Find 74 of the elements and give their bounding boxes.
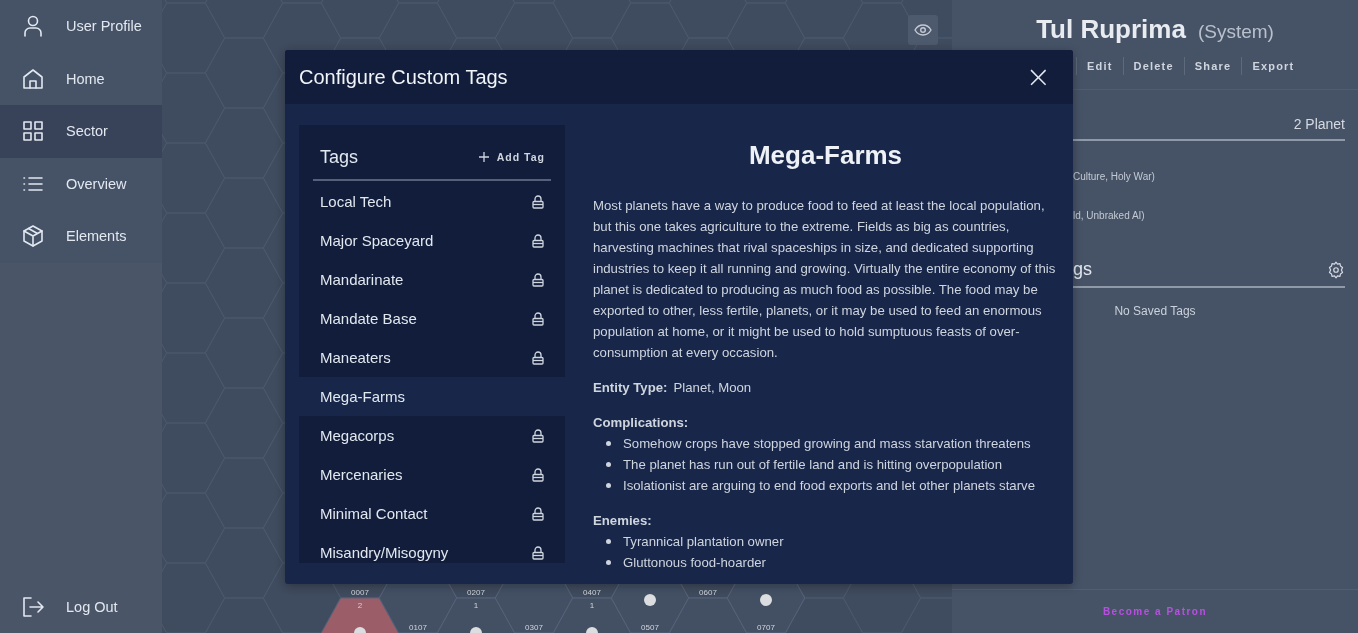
hex-cell[interactable] — [320, 597, 400, 633]
hex-label: 0607 — [699, 588, 717, 597]
tag-item[interactable]: Megacorps — [299, 416, 565, 455]
action-button[interactable]: Edit — [1076, 57, 1123, 75]
list-item: Tyrannical plantation owner — [623, 533, 784, 551]
bullet-icon — [606, 539, 611, 544]
hex-label: 0707 — [757, 623, 775, 632]
planet-dot[interactable] — [760, 594, 772, 606]
section-heading: Complications: — [593, 414, 690, 432]
grid-icon — [23, 121, 43, 142]
tags-heading: Tags — [320, 146, 359, 168]
hex-label: 0107 — [409, 623, 427, 632]
system-title: Tul Ruprima — [1036, 14, 1186, 45]
settings-icon[interactable] — [1327, 260, 1345, 279]
list-item: Somehow crops have stopped growing and mass starvation threatens — [623, 435, 1031, 453]
section-heading: Enemies: — [593, 512, 653, 530]
sidebar-item[interactable]: Home — [0, 52, 162, 105]
action-button[interactable]: Share — [1183, 57, 1242, 75]
hex-label: 0407 — [583, 588, 601, 597]
action-button[interactable]: Export — [1241, 57, 1305, 75]
bullet-icon — [606, 483, 611, 488]
sidebar-item[interactable]: Overview — [0, 157, 162, 210]
tag-item[interactable]: Minimal Contact — [299, 494, 565, 533]
user-icon — [23, 15, 43, 38]
tag-item[interactable]: Mandarinate — [299, 260, 565, 299]
tag-item[interactable]: Mega-Farms — [299, 377, 565, 416]
tag-item[interactable]: Mercenaries — [299, 455, 565, 494]
tag-line: Culture, Holy War) — [1073, 171, 1156, 182]
plus-icon — [478, 152, 489, 162]
list-item: Isolationist are arguing to end food exports and let other planets starve — [623, 477, 1035, 495]
hex-count-label: 1 — [473, 601, 479, 610]
hex-cell[interactable] — [436, 597, 516, 633]
modal-title: Configure Custom Tags — [299, 65, 508, 89]
tag-item[interactable]: Major Spaceyard — [299, 221, 565, 260]
sidebar-item[interactable]: Elements — [0, 210, 162, 263]
hex-count-label: 1 — [589, 601, 595, 610]
hex-cell[interactable] — [552, 597, 632, 633]
tag-title: Mega-Farms — [747, 140, 904, 170]
add-tag-button[interactable]: Add Tag — [478, 151, 545, 163]
tag-line: ld, Unbraked AI) — [1073, 210, 1146, 221]
field-label: Entity Type: — [593, 380, 668, 395]
tag-item[interactable]: Misandry/Misogyny — [299, 533, 565, 563]
bullet-icon — [606, 441, 611, 446]
visibility-button[interactable] — [908, 15, 938, 45]
section-heading: gs — [1073, 259, 1092, 280]
hex-cell[interactable] — [668, 597, 748, 633]
sidebar-item[interactable]: Sector — [0, 105, 162, 158]
tag-description: Most planets have a way to produce food to feed at least the local population, but this one takes agriculture to the extreme. Fields as big as countries, harvesting machines that rival spaceships in size, and dedicated supporting industries to keep it all running and growing. Virtually the entire economy of this planet is dedicated to producing as much food as possible. The food may be exported to other, less fertile, planets, or it may be used to feed an enormous population at home, or it might be used to hold sumptuous feasts of over-consumption at every occasion. — [593, 197, 1057, 362]
hex-label: 0007 — [351, 588, 369, 597]
empty-message: No Saved Tags — [1114, 304, 1196, 318]
hex-count-label: 2 — [357, 601, 363, 610]
list-item: The planet has run out of fertile land and is hitting overpopulation — [623, 456, 1003, 474]
planet-count: 2 Planet — [1073, 116, 1345, 141]
field-value: Planet, Moon — [673, 380, 752, 395]
cube-icon — [22, 225, 44, 248]
hex-label: 0207 — [467, 588, 485, 597]
bullet-icon — [606, 560, 611, 565]
bullet-icon — [606, 462, 611, 467]
logout-icon — [22, 595, 44, 618]
home-icon — [22, 67, 44, 90]
tag-item[interactable]: Mandate Base — [299, 299, 565, 338]
action-button[interactable]: Delete — [1122, 57, 1184, 75]
planet-dot[interactable] — [644, 594, 656, 606]
logout-item[interactable]: Log Out — [0, 580, 162, 633]
sidebar-item[interactable]: User Profile — [0, 0, 162, 53]
close-button[interactable]: × — [1021, 62, 1055, 92]
system-type: (System) — [1197, 21, 1274, 43]
list-icon — [23, 175, 43, 192]
eye-icon — [914, 24, 932, 36]
tag-item[interactable]: Maneaters — [299, 338, 565, 377]
tag-item[interactable]: Local Tech — [299, 182, 565, 221]
list-item: Gluttonous food-hoarder — [623, 554, 766, 567]
hex-label: 0307 — [525, 623, 543, 632]
hex-label: 0507 — [641, 623, 659, 632]
